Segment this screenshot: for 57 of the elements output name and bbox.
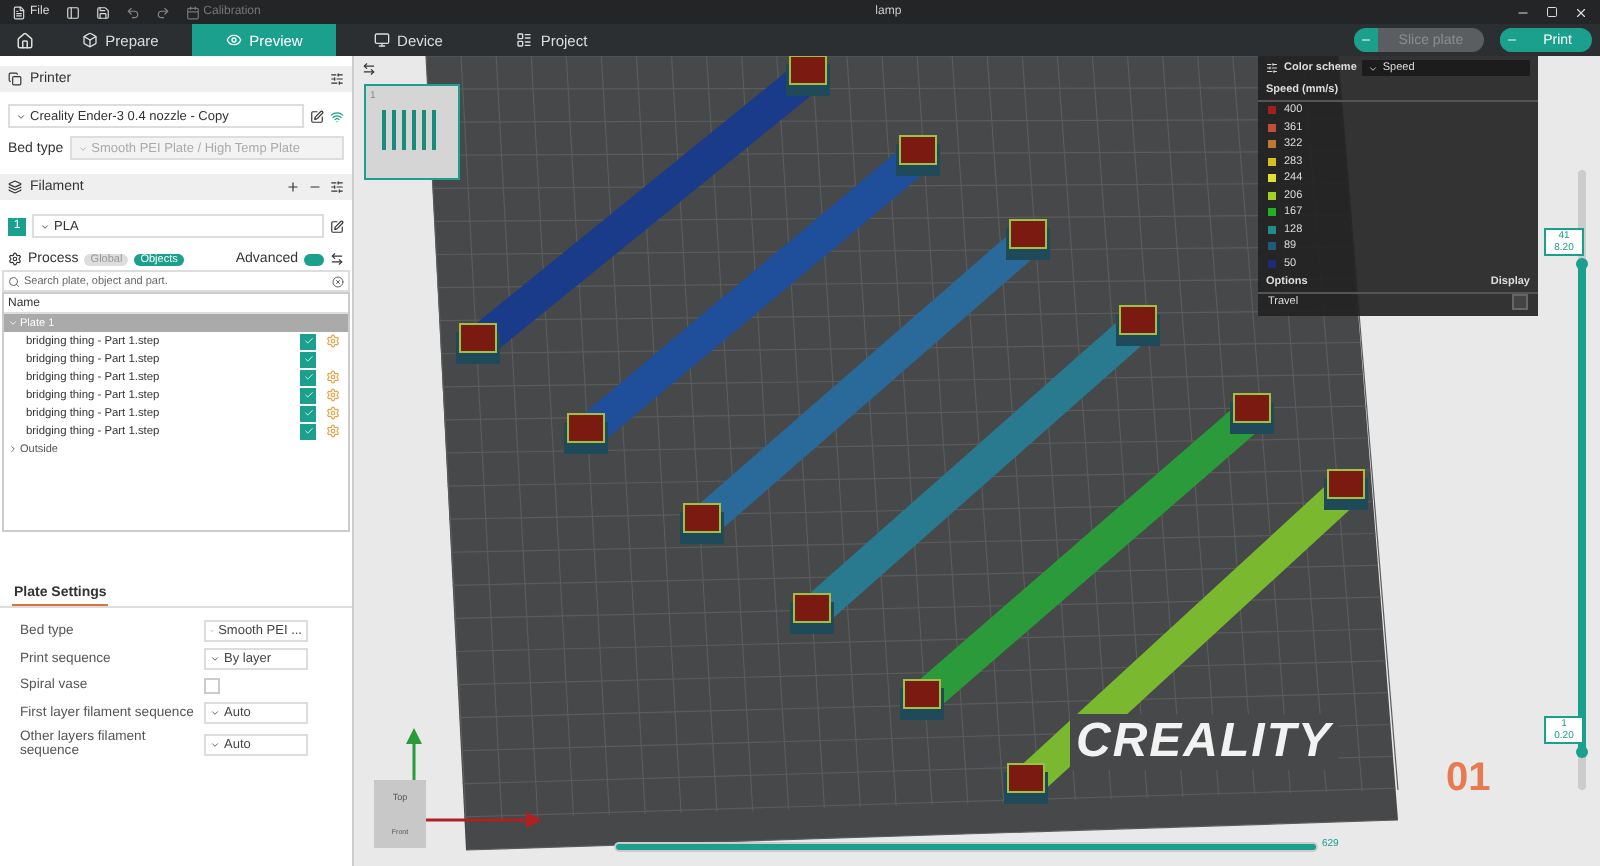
chevron-icon	[1368, 63, 1379, 73]
settings-icon[interactable]	[330, 180, 344, 194]
collapse-icon[interactable]	[362, 62, 376, 76]
advanced-switch[interactable]	[304, 253, 324, 265]
layer-slider[interactable]	[1578, 170, 1586, 790]
legend-icon	[1266, 62, 1278, 74]
remove-icon[interactable]	[308, 180, 322, 194]
upper-layer-handle[interactable]	[1576, 257, 1588, 269]
object-checkbox[interactable]	[300, 351, 316, 367]
tab-icon	[373, 32, 390, 48]
expand-icon	[8, 318, 18, 328]
object-checkbox[interactable]	[300, 423, 316, 439]
filament-icon	[8, 180, 22, 194]
chevron-icon	[210, 739, 220, 750]
save-icon[interactable]	[95, 5, 110, 19]
modified-settings-icon[interactable]	[325, 406, 339, 420]
redo-icon[interactable]	[155, 5, 170, 19]
process-icon	[8, 252, 22, 266]
modified-settings-icon[interactable]	[325, 424, 339, 438]
lower-layer-handle[interactable]	[1576, 746, 1588, 759]
tab-icon	[81, 32, 98, 48]
chevron-icon	[77, 143, 88, 153]
chevron-icon	[16, 111, 26, 121]
chevron-icon	[40, 221, 50, 231]
wifi-icon[interactable]	[330, 109, 344, 123]
undo-icon[interactable]	[125, 5, 140, 19]
maximize-icon[interactable]	[1546, 6, 1558, 18]
object-checkbox[interactable]	[300, 333, 316, 349]
file-icon	[12, 5, 26, 19]
compare-icon[interactable]	[330, 252, 344, 266]
settings-icon[interactable]	[330, 72, 344, 86]
home-icon	[15, 31, 33, 49]
modified-settings-icon[interactable]	[325, 370, 339, 384]
panel-icon[interactable]	[65, 5, 80, 19]
object-checkbox[interactable]	[300, 387, 316, 403]
expand-icon	[8, 444, 18, 454]
modified-settings-icon[interactable]	[325, 334, 339, 348]
parts-icon	[382, 110, 442, 150]
clear-icon	[332, 275, 344, 287]
bed-number: 01	[1446, 756, 1491, 802]
option-checkbox[interactable]	[1512, 294, 1528, 311]
modified-settings-icon[interactable]	[325, 388, 339, 402]
printer-icon	[8, 72, 22, 86]
tab-icon	[225, 32, 242, 48]
chevron-icon	[210, 654, 220, 664]
edit-icon[interactable]	[310, 109, 324, 123]
calibration-icon	[185, 5, 200, 19]
edit-icon[interactable]	[330, 219, 344, 233]
chevron-icon	[210, 708, 220, 718]
bed-logo: CREALITY	[1070, 714, 1338, 770]
search-icon	[8, 275, 20, 287]
object-checkbox[interactable]	[300, 405, 316, 421]
add-icon[interactable]	[286, 180, 300, 194]
setting-checkbox[interactable]	[204, 678, 220, 694]
close-icon[interactable]	[1574, 5, 1588, 19]
tab-icon	[516, 32, 533, 48]
object-checkbox[interactable]	[300, 369, 316, 385]
